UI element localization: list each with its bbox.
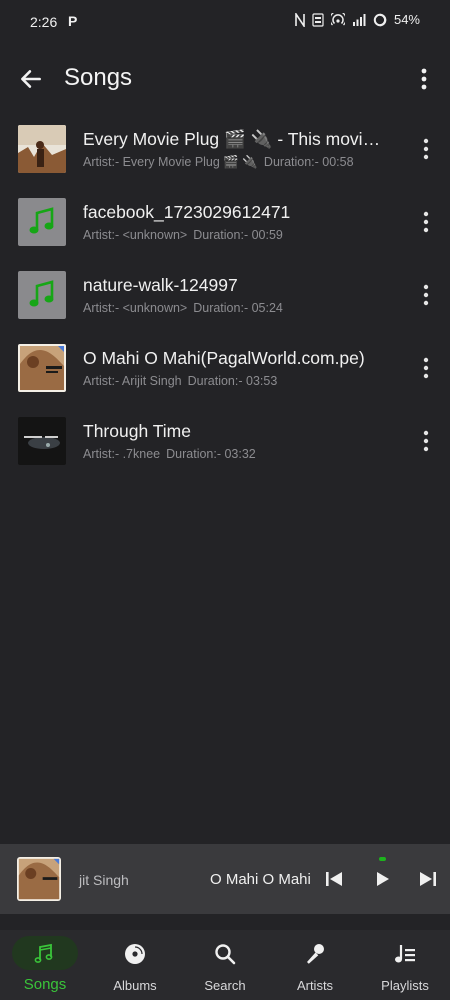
nfc-icon xyxy=(295,12,305,27)
volte-icon xyxy=(312,12,324,27)
song-meta: Artist:- .7knee Duration:- 03:32 xyxy=(83,447,383,461)
microphone-icon xyxy=(307,944,324,964)
song-thumbnail xyxy=(18,125,66,173)
song-duration: Duration:- 05:24 xyxy=(193,301,283,315)
song-title: facebook_1723029612471 xyxy=(83,202,291,222)
playing-indicator xyxy=(379,857,386,861)
app-bar: Songs xyxy=(0,50,450,110)
song-duration: Duration:- 00:58 xyxy=(263,155,354,169)
nav-songs-label: Songs xyxy=(23,976,67,993)
now-playing-title: O Mahi O Mahi xyxy=(210,871,310,888)
album-disc-icon xyxy=(125,944,145,964)
song-more-icon[interactable] xyxy=(418,283,434,307)
song-meta: Artist:- <unknown> Duration:- 05:24 xyxy=(83,301,383,315)
song-row[interactable]: facebook_1723029612471 Artist:- <unknown… xyxy=(0,193,450,266)
battery-percent: 54% xyxy=(393,12,420,27)
search-icon xyxy=(215,944,236,965)
song-artist: Artist:- <unknown> xyxy=(83,301,188,315)
back-arrow-icon[interactable] xyxy=(18,66,44,92)
song-row[interactable]: O Mahi O Mahi(PagalWorld.com.pe) Artist:… xyxy=(0,339,450,412)
song-thumbnail xyxy=(18,344,66,392)
page-title: Songs xyxy=(64,64,133,91)
parking-app-icon: P xyxy=(68,13,78,29)
song-row[interactable]: Every Movie Plug 🎬 🔌 - This movie is jus… xyxy=(0,120,450,193)
music-notes-icon xyxy=(34,943,53,963)
now-playing-artist: jit Singh xyxy=(79,872,129,888)
nav-albums-label: Albums xyxy=(113,978,157,993)
bottom-navigation: Songs Albums Search Artists Playlists xyxy=(0,930,450,1000)
song-artist: Artist:- Arijit Singh xyxy=(83,374,182,388)
song-title: nature-walk-124997 xyxy=(83,275,238,295)
song-title: O Mahi O Mahi(PagalWorld.com.pe) xyxy=(83,348,365,368)
battery-icon xyxy=(373,13,387,26)
skip-next-icon[interactable] xyxy=(417,868,439,890)
nav-search[interactable]: Search xyxy=(180,930,270,1000)
nav-artists-label: Artists xyxy=(296,978,334,993)
song-meta: Artist:- <unknown> Duration:- 00:59 xyxy=(83,228,383,242)
song-artist: Artist:- .7knee xyxy=(83,447,161,461)
nav-albums[interactable]: Albums xyxy=(90,930,180,1000)
nav-artists[interactable]: Artists xyxy=(270,930,360,1000)
song-artist: Artist:- <unknown> xyxy=(83,228,188,242)
play-icon[interactable] xyxy=(371,868,393,890)
song-meta: Artist:- Arijit Singh Duration:- 03:53 xyxy=(83,374,383,388)
song-more-icon[interactable] xyxy=(418,429,434,453)
song-row[interactable]: Through Time Artist:- .7knee Duration:- 0… xyxy=(0,412,450,485)
skip-previous-icon[interactable] xyxy=(323,868,345,890)
song-title: Through Time xyxy=(83,421,191,441)
nav-playlists[interactable]: Playlists xyxy=(360,930,450,1000)
playlist-icon xyxy=(395,945,415,963)
song-more-icon[interactable] xyxy=(418,137,434,161)
hotspot-icon xyxy=(330,12,345,25)
song-duration: Duration:- 00:59 xyxy=(193,228,283,242)
song-thumbnail xyxy=(18,271,66,319)
status-icons: 54% xyxy=(295,12,420,27)
song-thumbnail xyxy=(18,417,66,465)
song-list: Every Movie Plug 🎬 🔌 - This movie is jus… xyxy=(0,120,450,485)
nav-playlists-label: Playlists xyxy=(381,978,429,993)
nav-songs[interactable]: Songs xyxy=(0,930,90,1000)
now-playing-thumbnail xyxy=(17,857,61,901)
song-row[interactable]: nature-walk-124997 Artist:- <unknown> Dur… xyxy=(0,266,450,339)
song-artist: Artist:- Every Movie Plug 🎬 🔌 xyxy=(83,155,258,169)
status-bar: 2:26 P 54% xyxy=(0,0,450,44)
nav-search-label: Search xyxy=(204,978,246,993)
status-time: 2:26 xyxy=(30,14,58,30)
song-title: Every Movie Plug 🎬 🔌 - This movie is jus… xyxy=(83,129,383,149)
song-duration: Duration:- 03:32 xyxy=(166,447,256,461)
signal-icon xyxy=(352,13,366,26)
song-meta: Artist:- Every Movie Plug 🎬 🔌 Duration:- … xyxy=(83,155,383,170)
overflow-menu-icon[interactable] xyxy=(414,66,434,92)
mini-player[interactable]: jit Singh O Mahi O Mahi xyxy=(0,844,450,914)
song-duration: Duration:- 03:53 xyxy=(187,374,278,388)
song-thumbnail xyxy=(18,198,66,246)
song-more-icon[interactable] xyxy=(418,356,434,380)
song-more-icon[interactable] xyxy=(418,210,434,234)
